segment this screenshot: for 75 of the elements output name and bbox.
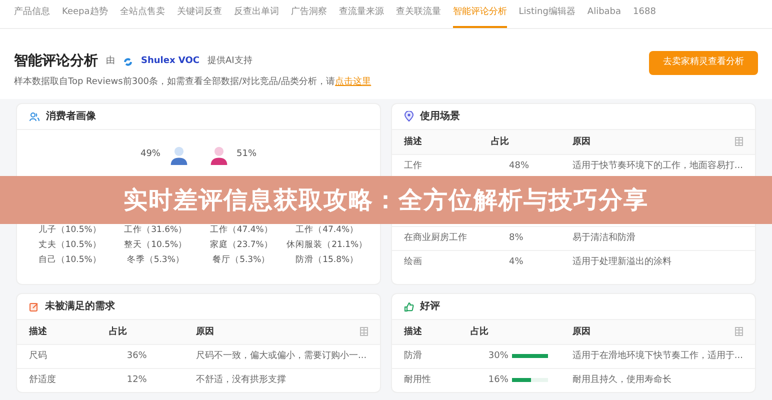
- column-header: 描述: [17, 320, 97, 344]
- table-cell: 36%: [126, 351, 147, 361]
- column-settings-icon[interactable]: [735, 326, 743, 336]
- column-header: 原因: [560, 320, 671, 344]
- column-settings-icon[interactable]: [735, 136, 743, 146]
- sample-note: 样本数据取自Top Reviews前300条，如需查看全部数据/对比竞品/品类分析，请点击这里: [14, 76, 372, 89]
- column-header: 原因: [184, 320, 296, 344]
- table-cell: 耐用且持久，使用寿命长: [560, 368, 755, 392]
- nav-tab[interactable]: 广告洞察: [290, 0, 327, 28]
- female-share: 51%: [236, 148, 257, 162]
- table-cell: 尺码不一致，偏大或偏小，需要订购小一...: [184, 344, 380, 368]
- by-label: 由: [106, 54, 115, 68]
- nav-tab[interactable]: Alibaba: [587, 0, 622, 28]
- nav-tab[interactable]: 关键词反查: [176, 0, 222, 28]
- panel-title: 消费者画像: [46, 110, 96, 124]
- portrait-tag: 儿子（10.5%）: [27, 225, 113, 236]
- table-cell: 防滑: [392, 344, 458, 368]
- location-pin-icon: [404, 111, 414, 122]
- table-cell: 8%: [509, 233, 524, 243]
- brand-logo-icon: [123, 56, 133, 66]
- portrait-tag: 家庭（23.7%）: [198, 240, 284, 251]
- users-icon: [29, 112, 40, 122]
- table-cell: 4%: [509, 257, 524, 268]
- nav-tab[interactable]: 查流量来源: [338, 0, 384, 28]
- panel-title: 使用场景: [420, 110, 460, 124]
- view-analysis-button[interactable]: 去卖家精灵查看分析: [649, 51, 758, 74]
- nav-tab[interactable]: 1688: [633, 0, 656, 28]
- table-cell: 12%: [126, 375, 147, 386]
- nav-tab[interactable]: 查关联流量: [396, 0, 441, 28]
- portrait-tag: 丈夫（10.5%）: [27, 240, 113, 251]
- nav-tab[interactable]: 全站点售卖: [120, 0, 165, 28]
- column-header: 占比: [479, 130, 560, 154]
- portrait-tag: 休闲服装（21.1%）: [284, 240, 370, 251]
- column-header: 描述: [392, 320, 458, 344]
- table-cell: 适用于在滑地环境下快节奏工作，适用于...: [560, 344, 755, 368]
- table-cell: 易于清洁和防滑: [560, 226, 755, 250]
- panel-title: 好评: [420, 300, 440, 314]
- panel-title: 未被满足的需求: [45, 300, 115, 314]
- support-label: 提供AI支持: [208, 54, 252, 68]
- column-header: 描述: [392, 130, 479, 154]
- thumbs-up-icon: [404, 302, 414, 312]
- column-header: 原因: [560, 130, 671, 154]
- overlay-banner: 实时差评信息获取攻略：全方位解析与技巧分享: [0, 176, 772, 224]
- edit-icon: [29, 302, 39, 312]
- table-cell: 适用于处理新溢出的涂料: [560, 250, 755, 274]
- table-cell: 16%: [488, 375, 508, 386]
- portrait-tag: 自己（10.5%）: [27, 255, 113, 266]
- female-avatar-icon: [208, 145, 228, 165]
- click-here-link[interactable]: 点击这里: [335, 77, 372, 87]
- table-cell: 尺码: [17, 344, 97, 368]
- page-title: 智能评论分析: [14, 52, 98, 71]
- table-cell: 耐用性: [392, 368, 458, 392]
- portrait-tag: 餐厅（5.3%）: [198, 255, 284, 266]
- table-cell: 不舒适，没有拱形支撑: [184, 368, 380, 392]
- portrait-tag: 防滑（15.8%）: [284, 255, 370, 266]
- portrait-tag: 整天（10.5%）: [112, 240, 198, 251]
- nav-tab[interactable]: Listing编辑器: [518, 0, 576, 28]
- portrait-tag: 工作（47.4%）: [284, 225, 370, 236]
- male-share: 49%: [140, 148, 160, 162]
- column-header: 占比: [458, 320, 560, 344]
- portrait-tag: 工作（31.6%）: [112, 225, 198, 236]
- portrait-tag: 冬季（5.3%）: [112, 255, 198, 266]
- column-settings-icon[interactable]: [360, 326, 368, 336]
- nav-tab[interactable]: Keepa趋势: [62, 0, 108, 28]
- portrait-tag: 工作（47.4%）: [198, 225, 284, 236]
- table-cell: 在商业厨房工作: [392, 226, 479, 250]
- table-cell: 绘画: [392, 250, 479, 274]
- table-cell: 48%: [509, 161, 530, 171]
- table-cell: 舒适度: [17, 368, 97, 392]
- brand-name: Shulex VOC: [141, 54, 200, 68]
- table-cell: 30%: [488, 351, 508, 361]
- nav-tab[interactable]: 产品信息: [14, 0, 50, 28]
- column-header: 占比: [96, 320, 184, 344]
- male-avatar-icon: [168, 145, 188, 165]
- nav-tab[interactable]: 反查出单词: [234, 0, 279, 28]
